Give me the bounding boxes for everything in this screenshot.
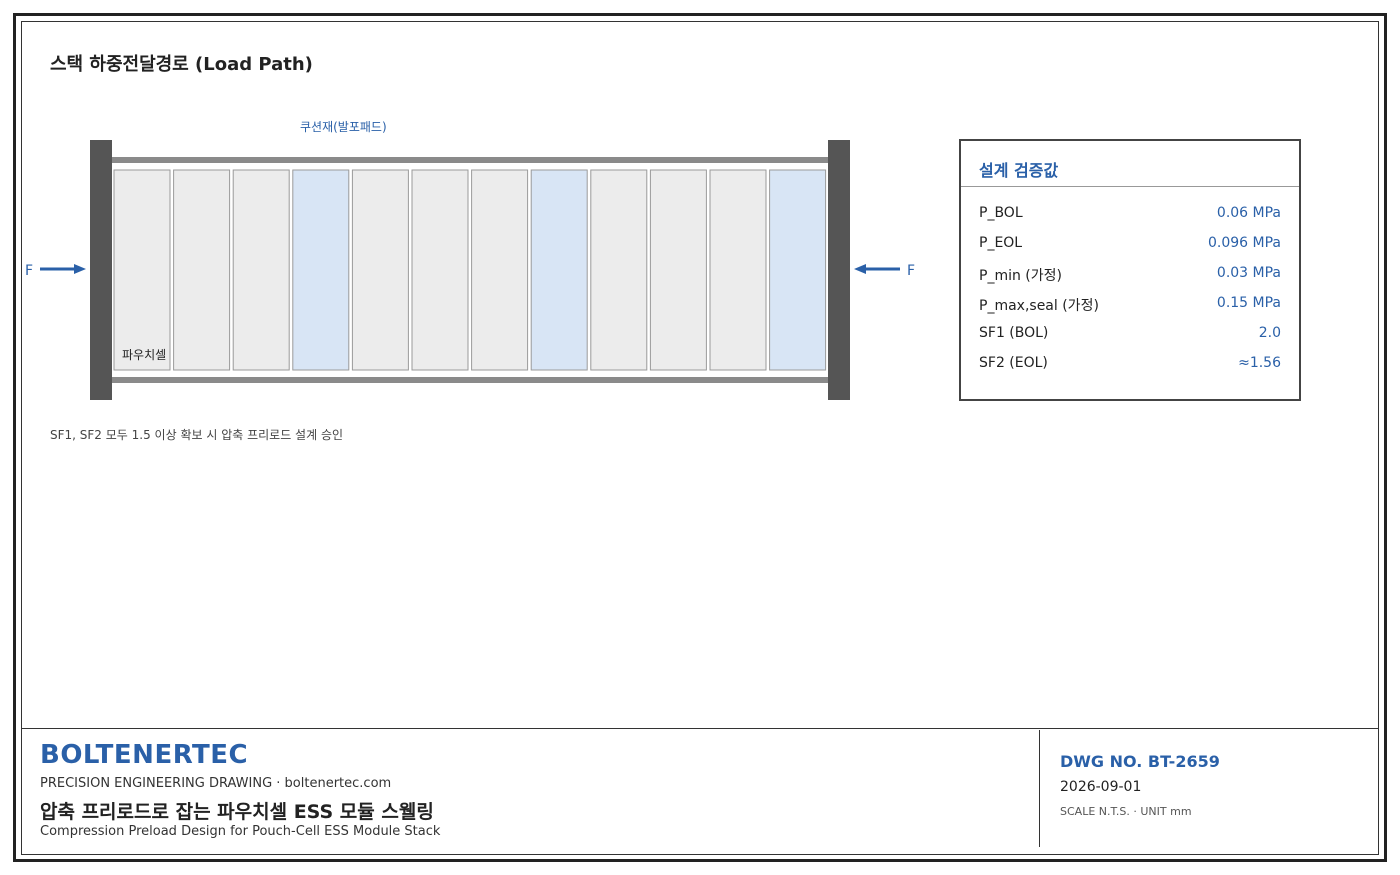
brand-subtitle: PRECISION ENGINEERING DRAWING · boltener… [40, 776, 392, 791]
spec-value: 2.0 [1258, 325, 1281, 341]
bottom-tie-rod [90, 377, 850, 383]
spec-value: 0.096 MPa [1207, 235, 1281, 251]
approval-note: SF1, SF2 모두 1.5 이상 확보 시 압축 프리로드 설계 승인 [50, 428, 344, 442]
spec-panel: 설계 검증값 P_BOL 0.06 MPa P_EOL 0.096 MPa P_… [959, 139, 1301, 401]
cushion-pad [530, 169, 588, 371]
spec-key: SF2 (EOL) [979, 355, 1048, 371]
top-tie-rod [90, 157, 850, 163]
spec-row-sf2: SF2 (EOL) ≈1.56 [979, 355, 1281, 377]
pouch-cell [471, 169, 529, 371]
right-force-arrowhead [854, 264, 866, 274]
drawing-date: 2026-09-01 [1060, 779, 1142, 795]
spec-key: P_max,seal (가정) [979, 298, 1099, 314]
cell-stack: 파우치셀 F F [25, 140, 915, 400]
left-end-plate [90, 140, 112, 400]
document-title: 압축 프리로드로 잡는 파우치셀 ESS 모듈 스웰링 [40, 801, 434, 823]
document-subtitle: Compression Preload Design for Pouch-Cel… [40, 824, 441, 839]
drawing-number: DWG NO. BT-2659 [1060, 752, 1220, 771]
cushion-pad [292, 169, 350, 371]
spec-key: P_BOL [979, 205, 1023, 221]
pouch-cell [173, 169, 231, 371]
pouch-cell [590, 169, 648, 371]
spec-key: SF1 (BOL) [979, 325, 1049, 341]
pouch-cell-label: 파우치셀 [122, 348, 166, 362]
drawing-scale: SCALE N.T.S. · UNIT mm [1060, 805, 1192, 818]
cushion-pad [769, 169, 827, 371]
spec-title: 설계 검증값 [979, 161, 1059, 180]
spec-divider [961, 186, 1299, 187]
spec-row-p-min: P_min (가정) 0.03 MPa [979, 265, 1281, 287]
left-force-label: F [25, 263, 33, 279]
pouch-cell [709, 169, 767, 371]
spec-value: 0.06 MPa [1216, 205, 1281, 221]
right-end-plate [828, 140, 850, 400]
pouch-cell [351, 169, 409, 371]
spec-value: 0.03 MPa [1216, 265, 1281, 281]
brand-logo-text: BOLTENERTEC [40, 740, 249, 770]
pouch-cell [113, 169, 171, 371]
spec-row-p-bol: P_BOL 0.06 MPa [979, 205, 1281, 227]
spec-key: P_EOL [979, 235, 1023, 251]
left-force-arrowhead [74, 264, 86, 274]
right-force-label: F [907, 263, 915, 279]
spec-key: P_min (가정) [979, 268, 1062, 284]
spec-row-p-eol: P_EOL 0.096 MPa [979, 235, 1281, 257]
spec-row-sf1: SF1 (BOL) 2.0 [979, 325, 1281, 347]
spec-value: 0.15 MPa [1216, 295, 1281, 311]
pouch-cell [232, 169, 290, 371]
pouch-cell [411, 169, 469, 371]
spec-row-p-max-seal: P_max,seal (가정) 0.15 MPa [979, 295, 1281, 317]
pouch-cell [649, 169, 707, 371]
spec-value: ≈1.56 [1238, 355, 1281, 371]
title-block-separator [1039, 730, 1040, 847]
